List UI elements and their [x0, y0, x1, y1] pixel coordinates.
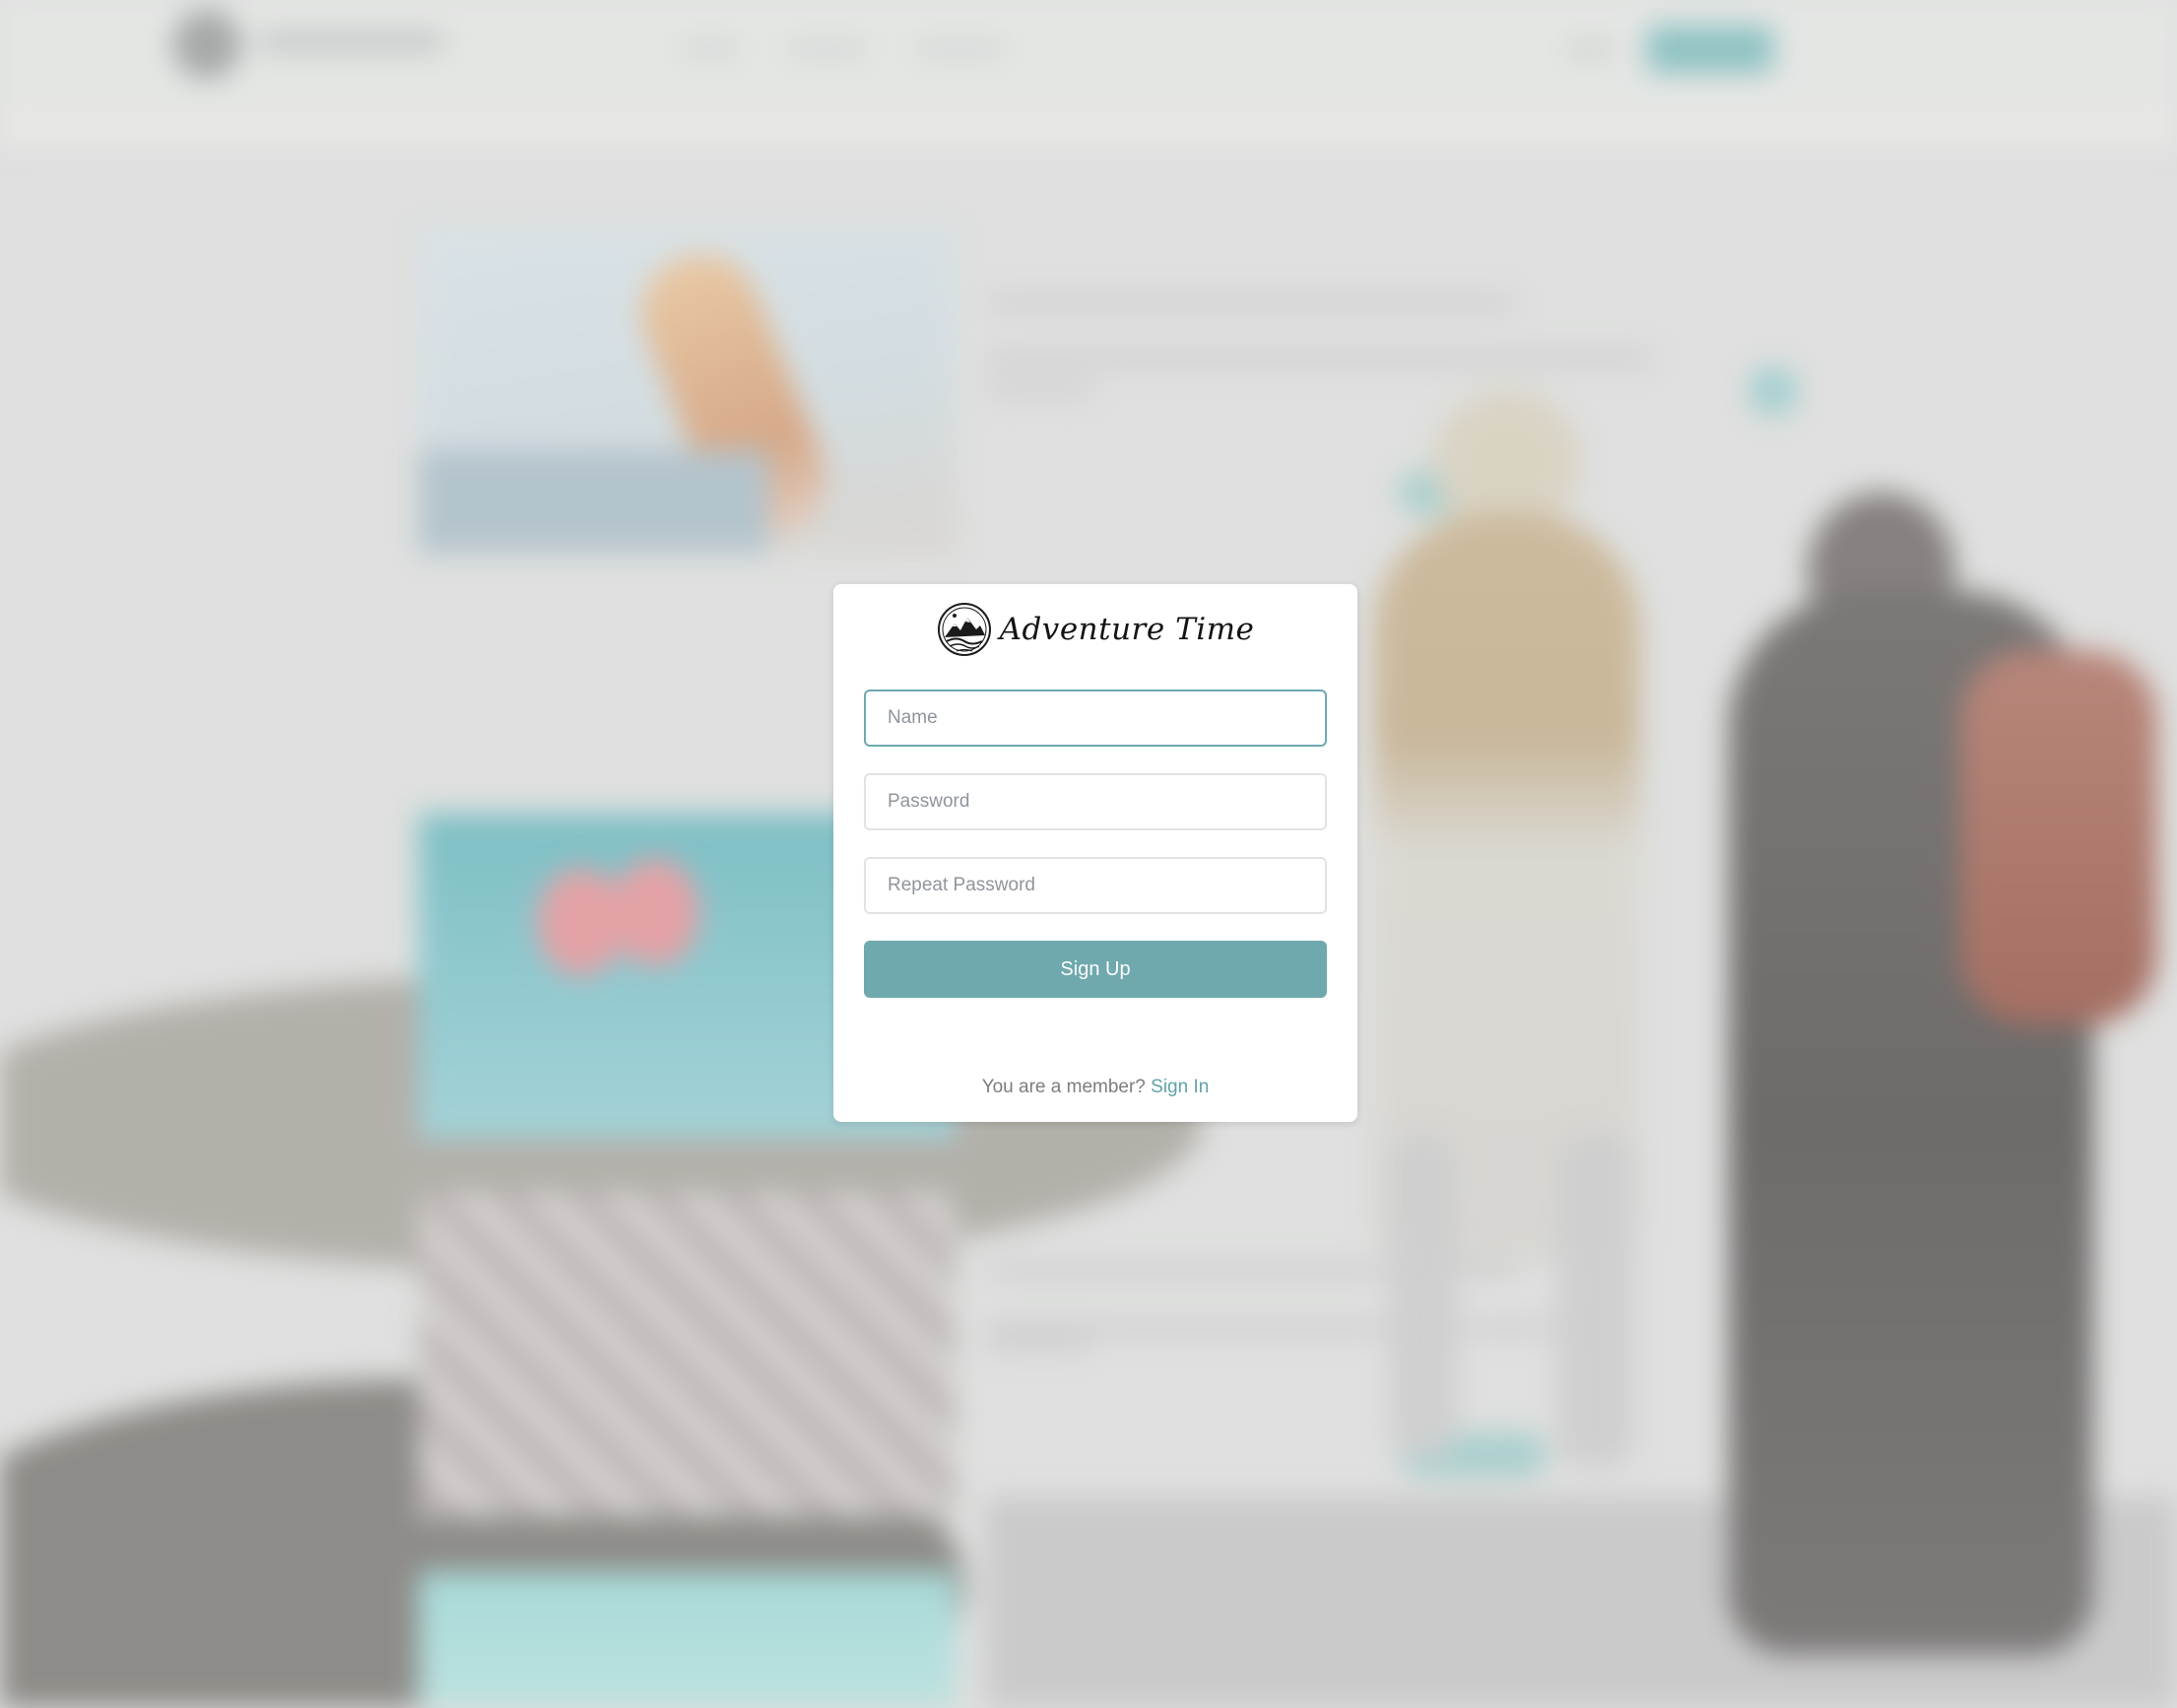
sign-in-link[interactable]: Sign In: [1151, 1077, 1209, 1097]
mountain-logo-icon: [937, 603, 991, 656]
page: Adventure Time Sign Up You are a member?…: [0, 0, 2177, 1708]
brand: Adventure Time: [833, 600, 1357, 659]
member-prompt-line: You are a member? Sign In: [833, 1077, 1357, 1098]
signup-modal: Adventure Time Sign Up You are a member?…: [833, 584, 1357, 1122]
password-input[interactable]: [864, 773, 1327, 830]
name-input[interactable]: [864, 690, 1327, 747]
repeat-password-input[interactable]: [864, 857, 1327, 914]
member-prompt-text: You are a member?: [981, 1077, 1146, 1097]
brand-title: Adventure Time: [999, 612, 1255, 647]
sign-up-button[interactable]: Sign Up: [864, 941, 1327, 998]
